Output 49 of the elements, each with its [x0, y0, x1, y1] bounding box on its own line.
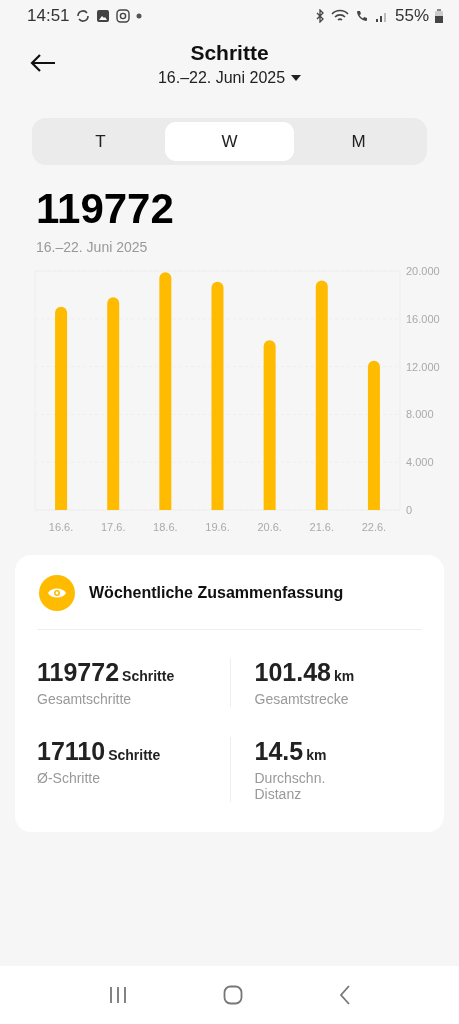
stat-unit: km	[306, 747, 327, 763]
axis-label: 20.6.	[257, 521, 282, 533]
period-dropdown[interactable]: 16.–22. Juni 2025	[157, 65, 302, 91]
stat-value: 17110	[37, 737, 106, 765]
axis-label: 16.6.	[48, 521, 74, 533]
recent-apps-icon	[107, 986, 128, 1004]
stat-label: Gesamtstrecke	[254, 691, 350, 707]
caret-icon	[291, 75, 302, 81]
dot-icon	[135, 13, 142, 19]
eye-icon	[39, 575, 75, 611]
camera-icon	[115, 9, 130, 23]
stat-label: Ø-Schritte	[37, 770, 101, 786]
axis-label: 16.000	[406, 312, 440, 325]
stat-unit: km	[333, 668, 355, 684]
battery-icon	[435, 9, 443, 23]
summary-title: Wöchentliche Zusammenfassung	[89, 584, 344, 602]
axis-label: 18.6.	[153, 521, 178, 533]
step-total: 119772	[36, 185, 175, 233]
back-icon	[339, 985, 352, 1005]
axis-label: 17.6.	[101, 521, 126, 533]
back-arrow-icon	[30, 54, 56, 72]
battery-percent: 55%	[394, 6, 429, 26]
axis-label: 12.000	[406, 360, 440, 373]
stat-value: 119772	[37, 658, 120, 686]
image-icon	[95, 9, 110, 23]
axis-label: 8.000	[406, 408, 434, 421]
period-tab[interactable]: W	[165, 122, 294, 161]
status-time: 14:51	[27, 6, 70, 26]
stat-unit: Schritte	[122, 668, 175, 684]
axis-label: 0	[406, 504, 413, 516]
stat-label: Durchschn. Distanz	[254, 770, 327, 802]
axis-label: 19.6.	[205, 521, 230, 533]
period-tab[interactable]: M	[294, 122, 423, 161]
stat-label: Gesamtschritte	[37, 691, 133, 707]
bluetooth-icon	[314, 9, 325, 23]
axis-label: 4.000	[406, 456, 434, 469]
stat-unit: Schritte	[108, 747, 161, 763]
page-title: Schritte	[190, 41, 269, 65]
axis-label: 20.000	[406, 265, 440, 277]
home-icon	[223, 985, 244, 1005]
axis-label: 22.6.	[361, 521, 387, 533]
stat-value: 14.5	[254, 737, 304, 765]
axis-label: 21.6.	[309, 521, 334, 533]
period-tab[interactable]: T	[36, 122, 165, 161]
sync-icon	[75, 9, 90, 23]
wifi-icon	[330, 9, 349, 23]
phone-icon	[354, 9, 369, 23]
stat-value: 101.48	[254, 658, 331, 686]
date-range: 16.–22. Juni 2025	[36, 239, 149, 255]
